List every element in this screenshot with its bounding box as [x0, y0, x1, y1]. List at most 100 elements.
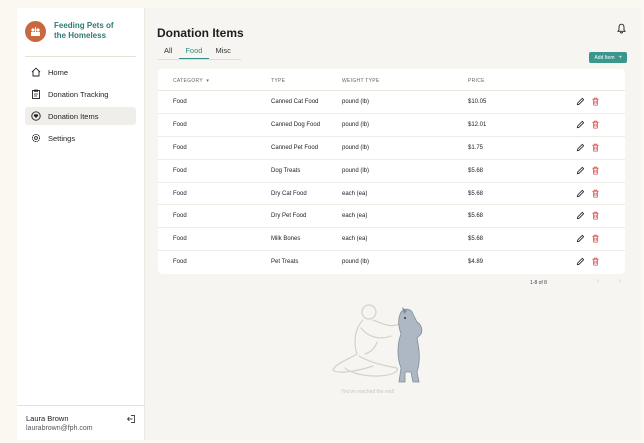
- cell-price: $4.89: [468, 259, 484, 266]
- cell-weight-type: each (ea): [342, 236, 368, 243]
- person-with-dog-illustration: [332, 304, 423, 383]
- user-email: laurabrown@fph.com: [26, 425, 93, 432]
- trash-icon[interactable]: [591, 234, 600, 243]
- divider: [25, 56, 136, 57]
- user-name: Laura Brown: [26, 414, 69, 423]
- cell-price: $12.01: [468, 121, 487, 128]
- page-title: Donation Items: [157, 26, 244, 40]
- table-row: Food Canned Dog Food pound (lb) $12.01: [158, 114, 625, 137]
- table-row: Food Dog Treats pound (lb) $5.68: [158, 160, 625, 183]
- table-row: Food Pet Treats pound (lb) $4.89: [158, 251, 625, 274]
- trash-icon[interactable]: [591, 166, 600, 175]
- cell-weight-type: pound (lb): [342, 144, 370, 151]
- sidebar-item-settings[interactable]: Settings: [25, 129, 136, 147]
- cell-type: Canned Pet Food: [271, 144, 319, 151]
- table-row: Food Canned Pet Food pound (lb) $1.75: [158, 137, 625, 160]
- user-profile: Laura Brown laurabrown@fph.com: [17, 405, 145, 440]
- tabs-underline: [158, 59, 241, 60]
- next-page-button[interactable]: ›: [619, 278, 621, 285]
- column-header-type: TYPE: [271, 78, 286, 84]
- sidebar-item-label: Donation Tracking: [48, 89, 109, 99]
- cell-type: Dry Pet Food: [271, 213, 307, 220]
- gear-icon: [31, 133, 41, 143]
- cell-category: Food: [173, 236, 187, 243]
- cell-type: Canned Cat Food: [271, 99, 319, 105]
- trash-icon[interactable]: [591, 97, 600, 106]
- clipboard-icon: [32, 89, 40, 99]
- brand[interactable]: Feeding Pets of the Homeless: [17, 8, 144, 54]
- pencil-icon[interactable]: [576, 143, 585, 152]
- pencil-icon[interactable]: [576, 257, 585, 266]
- cell-type: Dog Treats: [271, 167, 301, 174]
- column-header-category[interactable]: CATEGORY ▾: [173, 78, 209, 84]
- trash-icon[interactable]: [591, 143, 600, 152]
- cell-price: $10.05: [468, 99, 487, 105]
- logo-icon: [25, 20, 46, 42]
- table-row: Food Canned Cat Food pound (lb) $10.05: [158, 91, 625, 114]
- table-row: Food Milk Bones each (ea) $5.68: [158, 228, 625, 252]
- sidebar-item-donation-tracking[interactable]: Donation Tracking: [25, 85, 136, 103]
- cell-type: Canned Dog Food: [271, 121, 321, 128]
- category-tabs: All Food Misc: [158, 46, 238, 59]
- tab-misc[interactable]: Misc: [209, 46, 237, 59]
- items-table: CATEGORY ▾ TYPE WEIGHT TYPE PRICE Food C…: [158, 69, 625, 274]
- main-content: Donation Items All Food Misc Add Item + …: [145, 8, 641, 440]
- cell-weight-type: each (ea): [342, 213, 368, 220]
- tab-all[interactable]: All: [158, 46, 179, 59]
- brand-name-line2: the Homeless: [54, 31, 107, 40]
- cell-price: $1.75: [468, 144, 484, 151]
- pencil-icon[interactable]: [576, 166, 585, 175]
- brand-name: Feeding Pets of the Homeless: [54, 21, 114, 41]
- logout-icon[interactable]: [126, 414, 136, 424]
- cell-weight-type: pound (lb): [342, 121, 370, 128]
- trash-icon[interactable]: [591, 257, 600, 266]
- pagination-range: 1-8 of 8: [530, 280, 547, 286]
- pencil-icon[interactable]: [576, 234, 585, 243]
- cell-category: Food: [173, 99, 187, 105]
- column-header-price: PRICE: [468, 78, 485, 84]
- add-item-label: Add Item: [594, 54, 615, 61]
- cell-type: Milk Bones: [271, 236, 301, 243]
- trash-icon[interactable]: [591, 211, 600, 220]
- table-header: CATEGORY ▾ TYPE WEIGHT TYPE PRICE: [158, 69, 625, 91]
- bell-icon[interactable]: [616, 23, 627, 34]
- cell-price: $5.68: [468, 167, 484, 174]
- column-header-weight-type: WEIGHT TYPE: [342, 78, 380, 84]
- column-header-category-label: CATEGORY: [173, 78, 203, 84]
- cell-weight-type: pound (lb): [342, 99, 370, 105]
- add-item-button[interactable]: Add Item +: [589, 52, 627, 63]
- cell-category: Food: [173, 213, 187, 220]
- cell-category: Food: [173, 167, 187, 174]
- cell-category: Food: [173, 121, 187, 128]
- sort-icon: ▾: [206, 78, 210, 84]
- sidebar-item-donation-items[interactable]: Donation Items: [25, 107, 136, 125]
- cell-category: Food: [173, 190, 187, 197]
- pencil-icon[interactable]: [576, 97, 585, 106]
- cell-price: $5.68: [468, 190, 484, 197]
- sidebar-item-label: Home: [48, 67, 69, 77]
- cell-weight-type: pound (lb): [342, 259, 370, 266]
- sidebar: Feeding Pets of the Homeless Home Donati…: [17, 8, 145, 440]
- sidebar-item-label: Donation Items: [48, 111, 99, 121]
- prev-page-button[interactable]: ‹: [597, 278, 599, 285]
- sidebar-item-home[interactable]: Home: [25, 63, 136, 81]
- trash-icon[interactable]: [591, 120, 600, 129]
- pencil-icon[interactable]: [576, 211, 585, 220]
- cell-category: Food: [173, 259, 187, 266]
- pencil-icon[interactable]: [576, 120, 585, 129]
- table-row: Food Dry Cat Food each (ea) $5.68: [158, 183, 625, 206]
- plus-icon: +: [618, 54, 622, 61]
- cell-price: $5.68: [468, 213, 484, 220]
- tab-food[interactable]: Food: [179, 46, 210, 59]
- brand-name-line1: Feeding Pets of: [54, 21, 114, 30]
- trash-icon[interactable]: [591, 189, 600, 198]
- cell-category: Food: [173, 144, 187, 151]
- pencil-icon[interactable]: [576, 189, 585, 198]
- table-row: Food Dry Pet Food each (ea) $5.68: [158, 205, 625, 229]
- cell-type: Dry Cat Food: [271, 190, 307, 197]
- cell-weight-type: each (ea): [342, 190, 368, 197]
- cell-weight-type: pound (lb): [342, 167, 370, 174]
- sidebar-item-label: Settings: [48, 133, 76, 143]
- cell-price: $5.68: [468, 236, 484, 243]
- cell-type: Pet Treats: [271, 259, 299, 266]
